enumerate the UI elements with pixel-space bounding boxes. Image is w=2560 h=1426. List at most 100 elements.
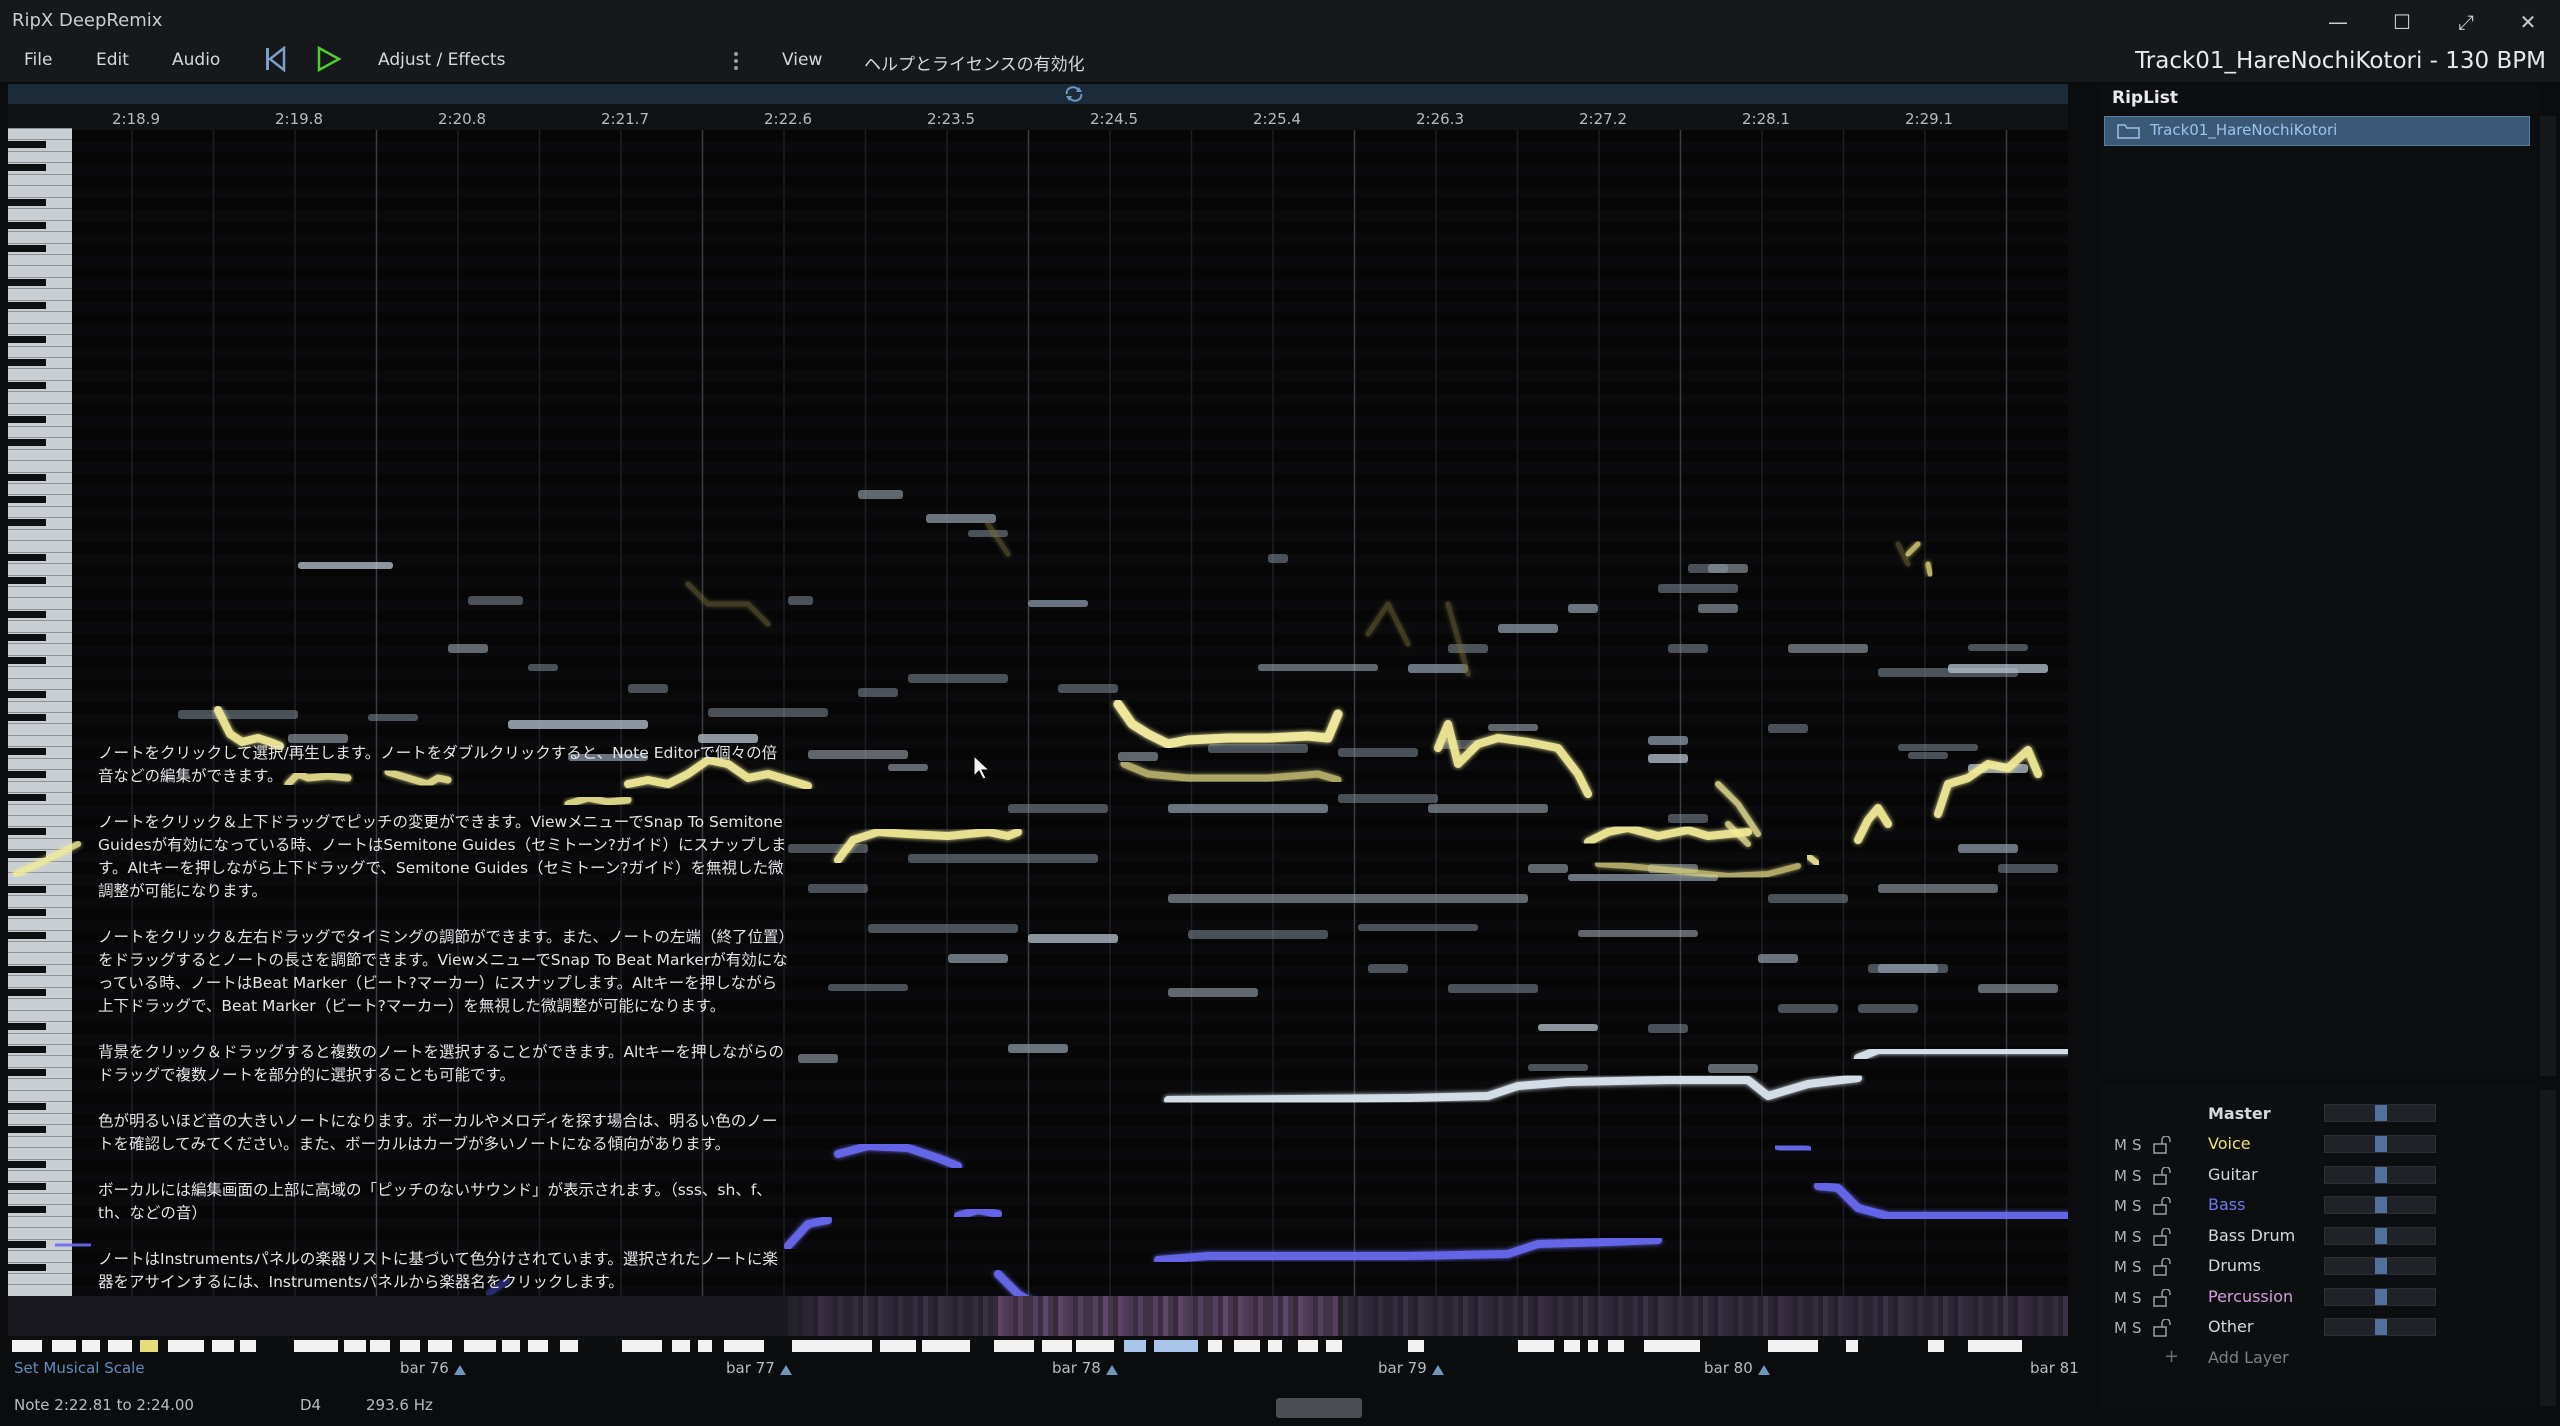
overview-block[interactable] bbox=[240, 1340, 256, 1352]
note[interactable] bbox=[1668, 814, 1708, 823]
note[interactable] bbox=[13, 841, 81, 877]
overview-block[interactable] bbox=[370, 1340, 390, 1352]
note[interactable] bbox=[1338, 794, 1438, 803]
overview-block[interactable] bbox=[880, 1340, 916, 1352]
note[interactable] bbox=[1528, 1064, 1588, 1071]
fader-knob[interactable] bbox=[2375, 1227, 2387, 1244]
mute-button[interactable]: M bbox=[2114, 1167, 2127, 1185]
fader-knob[interactable] bbox=[2375, 1105, 2387, 1121]
note[interactable] bbox=[1208, 744, 1308, 753]
note[interactable] bbox=[808, 750, 908, 759]
overview-block[interactable] bbox=[52, 1340, 76, 1352]
note[interactable] bbox=[1968, 644, 2028, 651]
note[interactable] bbox=[1168, 804, 1328, 813]
note[interactable] bbox=[298, 562, 393, 569]
master-fader[interactable] bbox=[2324, 1104, 2436, 1122]
overview-block[interactable] bbox=[464, 1340, 496, 1352]
note[interactable] bbox=[1008, 1044, 1068, 1053]
fader-knob[interactable] bbox=[2375, 1166, 2387, 1183]
note[interactable] bbox=[788, 596, 813, 605]
note[interactable] bbox=[858, 688, 898, 697]
note[interactable] bbox=[1878, 964, 1938, 973]
note[interactable] bbox=[1978, 984, 2058, 993]
note[interactable] bbox=[685, 521, 1911, 677]
note[interactable] bbox=[1774, 1142, 1812, 1154]
lock-icon[interactable] bbox=[2152, 1258, 2174, 1276]
note[interactable] bbox=[708, 708, 828, 717]
layer-fader[interactable] bbox=[2324, 1165, 2436, 1184]
note[interactable] bbox=[1028, 600, 1088, 607]
overview-block[interactable] bbox=[1268, 1340, 1282, 1352]
layer-fader[interactable] bbox=[2324, 1196, 2436, 1214]
note[interactable] bbox=[1058, 684, 1118, 693]
note[interactable] bbox=[808, 884, 868, 893]
overview-block[interactable] bbox=[698, 1340, 712, 1352]
overview-block[interactable] bbox=[502, 1340, 520, 1352]
note[interactable] bbox=[1854, 1046, 2068, 1062]
overview-block[interactable] bbox=[428, 1340, 452, 1352]
mute-button[interactable]: M bbox=[2114, 1258, 2127, 1276]
note[interactable] bbox=[1854, 746, 2042, 844]
note[interactable] bbox=[908, 854, 1098, 863]
note[interactable] bbox=[968, 530, 1008, 537]
note[interactable] bbox=[834, 1142, 962, 1170]
overview-block[interactable] bbox=[1234, 1340, 1260, 1352]
overview-block[interactable] bbox=[528, 1340, 548, 1352]
layer-label-bass[interactable]: Bass bbox=[2208, 1195, 2245, 1214]
layer-label-percussion[interactable]: Percussion bbox=[2208, 1287, 2293, 1306]
note[interactable] bbox=[1998, 864, 2058, 873]
more-options-icon[interactable] bbox=[732, 50, 740, 72]
layer-fader[interactable] bbox=[2324, 1135, 2436, 1153]
mixer-scrollbar[interactable] bbox=[2540, 1090, 2556, 1406]
note[interactable] bbox=[784, 1216, 832, 1250]
note[interactable] bbox=[954, 1206, 1002, 1220]
layer-fader[interactable] bbox=[2324, 1318, 2436, 1336]
note[interactable] bbox=[1028, 934, 1118, 943]
note-editor-canvas[interactable]: 2:18.9 2:19.8 2:20.8 2:21.7 2:22.6 2:23.5 2:24… bbox=[8, 84, 2068, 1354]
menu-help-license[interactable]: ヘルプとライセンスの有効化 bbox=[864, 50, 1085, 75]
note[interactable] bbox=[1958, 844, 2018, 853]
note[interactable] bbox=[828, 984, 908, 991]
overview-block[interactable] bbox=[672, 1340, 690, 1352]
solo-button[interactable]: S bbox=[2132, 1289, 2142, 1307]
note[interactable] bbox=[1338, 748, 1418, 757]
note[interactable] bbox=[1168, 988, 1258, 997]
menu-edit[interactable]: Edit bbox=[96, 50, 129, 70]
lock-icon[interactable] bbox=[2152, 1319, 2174, 1337]
fader-knob[interactable] bbox=[2375, 1136, 2387, 1152]
note[interactable] bbox=[1805, 853, 1821, 867]
maximize-icon[interactable]: ☐ bbox=[2378, 6, 2426, 38]
overview-block[interactable] bbox=[294, 1340, 338, 1352]
note[interactable] bbox=[926, 514, 996, 523]
layer-label-other[interactable]: Other bbox=[2208, 1317, 2253, 1336]
note[interactable] bbox=[1878, 884, 1998, 893]
solo-button[interactable]: S bbox=[2132, 1228, 2142, 1246]
overview-block[interactable] bbox=[830, 1340, 872, 1352]
solo-button[interactable]: S bbox=[2132, 1136, 2142, 1154]
fader-knob[interactable] bbox=[2375, 1319, 2387, 1335]
note[interactable] bbox=[1358, 924, 1478, 931]
note[interactable] bbox=[1948, 664, 2048, 673]
note[interactable] bbox=[1434, 720, 1592, 798]
note[interactable] bbox=[508, 720, 648, 729]
note[interactable] bbox=[1448, 644, 1488, 653]
layer-label-bass-drum[interactable]: Bass Drum bbox=[2208, 1226, 2295, 1245]
menu-adjust-effects[interactable]: Adjust / Effects bbox=[378, 50, 505, 70]
mute-button[interactable]: M bbox=[2114, 1197, 2127, 1215]
note[interactable] bbox=[1708, 1064, 1758, 1073]
overview-block[interactable] bbox=[622, 1340, 662, 1352]
note[interactable] bbox=[1658, 584, 1738, 593]
fader-knob[interactable] bbox=[2375, 1197, 2387, 1213]
add-layer-button[interactable]: Add Layer bbox=[2208, 1348, 2289, 1367]
overview-block[interactable] bbox=[1588, 1340, 1598, 1352]
play-icon[interactable] bbox=[316, 46, 342, 72]
close-icon[interactable]: ✕ bbox=[2504, 6, 2552, 38]
note[interactable] bbox=[368, 714, 418, 721]
note[interactable] bbox=[1164, 1074, 1862, 1104]
overview-block[interactable] bbox=[1208, 1340, 1222, 1352]
note[interactable] bbox=[1648, 1024, 1688, 1033]
note[interactable] bbox=[1118, 752, 1158, 761]
rewind-icon[interactable] bbox=[264, 46, 286, 72]
overview-block[interactable] bbox=[344, 1340, 366, 1352]
layer-label-voice[interactable]: Voice bbox=[2208, 1134, 2251, 1153]
